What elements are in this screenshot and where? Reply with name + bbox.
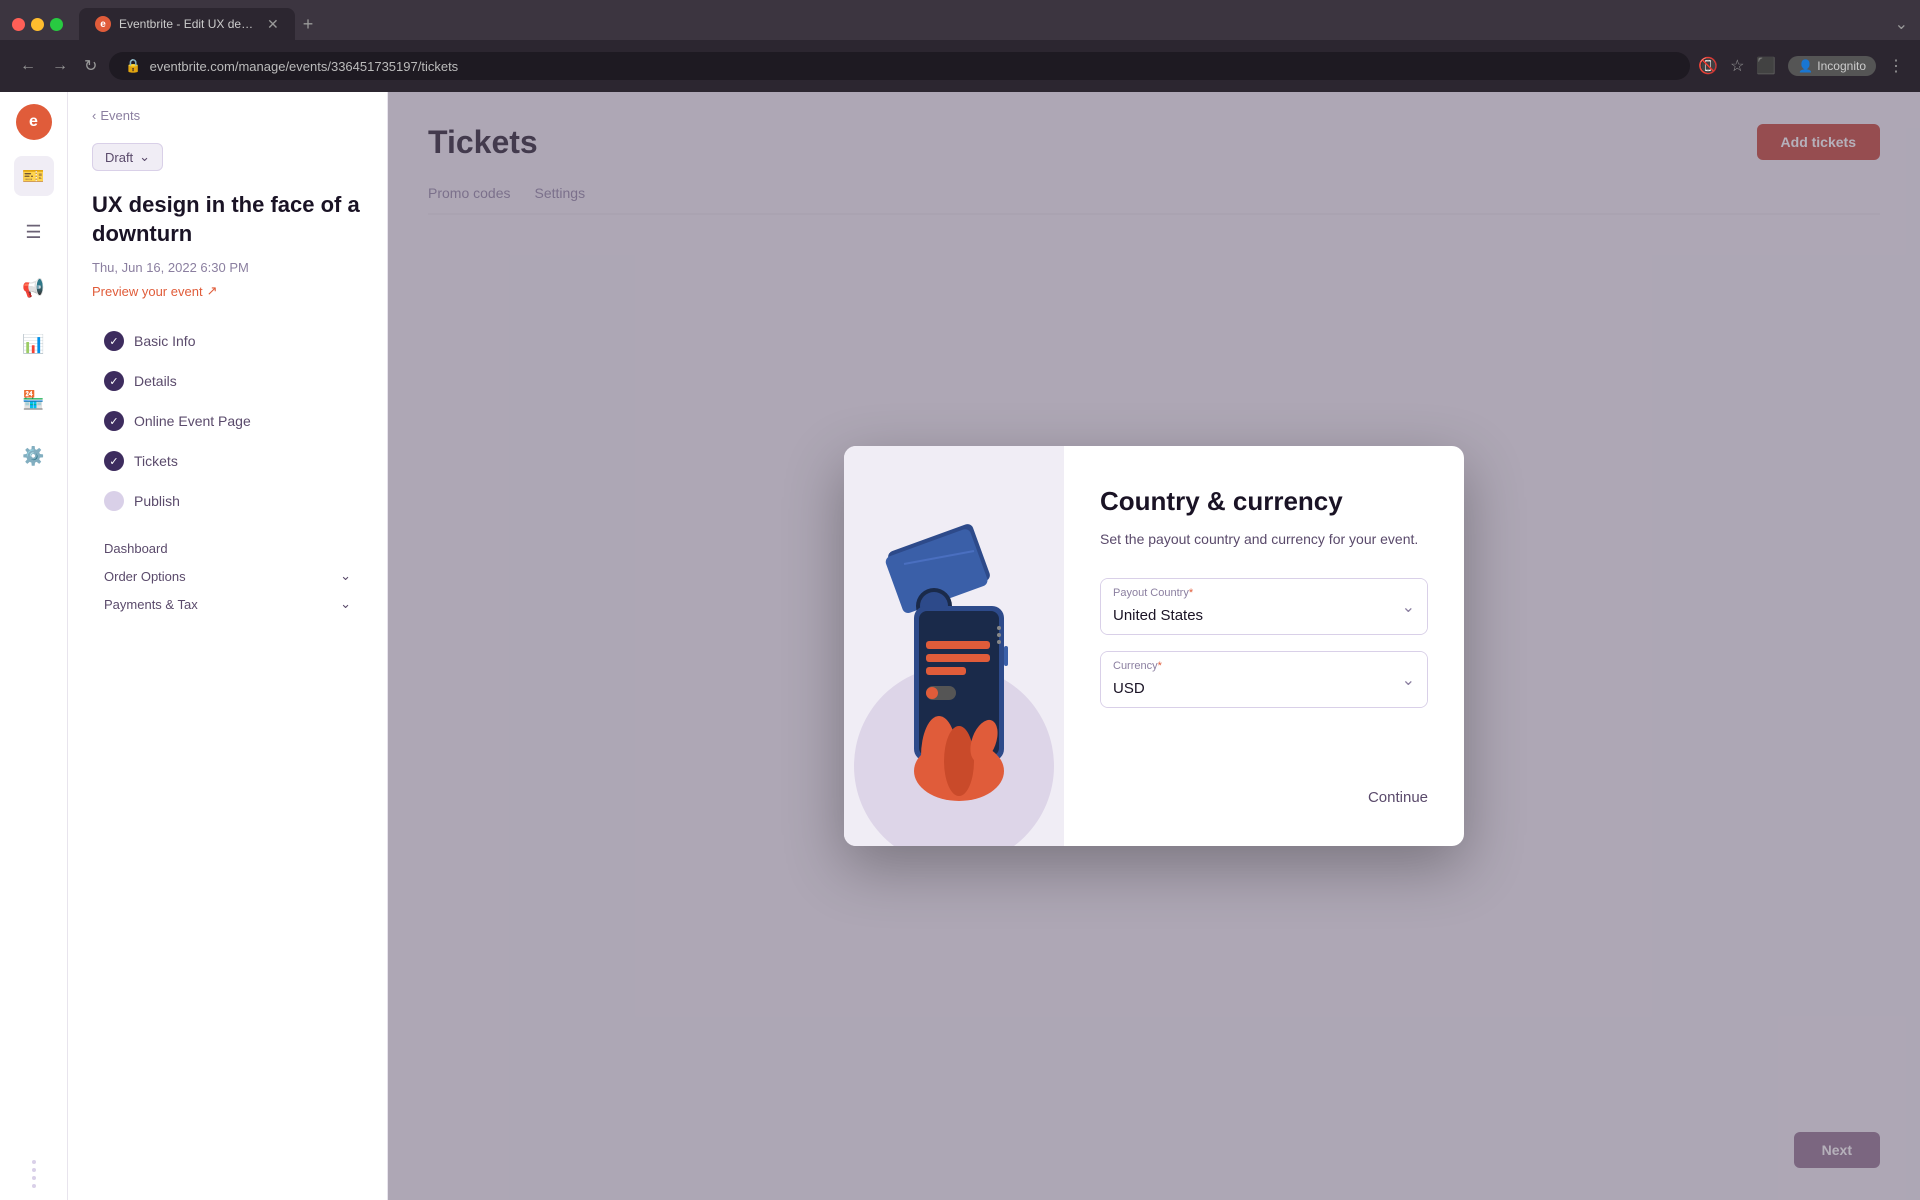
draft-label: Draft: [105, 150, 133, 165]
nav-item-basic-info[interactable]: ✓ Basic Info: [92, 323, 363, 359]
nav-section-payments-tax[interactable]: Payments & Tax ⌄: [92, 590, 363, 618]
payout-country-label: Payout Country*: [1113, 587, 1193, 599]
camera-off-icon[interactable]: 📵: [1698, 56, 1718, 76]
back-arrow-icon: ‹: [92, 108, 96, 123]
app-layout: e 🎫 ☰ 📢 📊 🏪 ⚙️ ‹ Events Draft ⌄: [0, 92, 1920, 1200]
page-content: Tickets Promo codes Settings Add tickets…: [388, 92, 1920, 1200]
sidebar-dots: [32, 1160, 36, 1188]
event-title: UX design in the face of a downturn: [92, 191, 363, 248]
nav-circle-publish: [104, 491, 124, 511]
nav-icons: 📵 ☆ ⬛ 👤 Incognito ⋮: [1698, 56, 1904, 76]
nav-item-publish[interactable]: Publish: [92, 483, 363, 519]
nav-check-basic-info: ✓: [104, 331, 124, 351]
sidebar-icon-settings[interactable]: ⚙️: [14, 436, 54, 476]
tab-favicon: e: [95, 16, 111, 32]
incognito-badge: 👤 Incognito: [1788, 56, 1876, 76]
order-options-chevron-icon: ⌄: [340, 568, 351, 584]
preview-event-link[interactable]: Preview your event ↗: [92, 283, 363, 299]
modal-country-currency: Country & currency Set the payout countr…: [844, 446, 1464, 846]
sidebar-icon-list[interactable]: ☰: [14, 212, 54, 252]
sidebar-icon-store[interactable]: 🏪: [14, 380, 54, 420]
nav-items: ✓ Basic Info ✓ Details ✓ Online Event Pa…: [92, 323, 363, 519]
sidebar-icon-tickets[interactable]: 🎫: [14, 156, 54, 196]
browser-chrome: e Eventbrite - Edit UX design in ... ✕ +…: [0, 0, 1920, 92]
main-content: ‹ Events Draft ⌄ UX design in the face o…: [68, 92, 1920, 1200]
sidebar-icon-megaphone[interactable]: 📢: [14, 268, 54, 308]
continue-button[interactable]: Continue: [1368, 789, 1428, 806]
forward-browser-button[interactable]: →: [48, 53, 72, 79]
draft-chevron-icon: ⌄: [139, 149, 150, 165]
back-to-events-link[interactable]: ‹ Events: [92, 108, 363, 123]
modal-illustration: [844, 446, 1064, 846]
tab-search-icon[interactable]: ⌄: [1895, 14, 1908, 34]
external-link-icon: ↗: [207, 283, 218, 299]
maximize-window-button[interactable]: [50, 18, 63, 31]
reload-button[interactable]: ↻: [80, 52, 101, 80]
sidebar-icon-chart[interactable]: 📊: [14, 324, 54, 364]
nav-section-order-options[interactable]: Order Options ⌄: [92, 562, 363, 590]
modal-body: Country & currency Set the payout countr…: [1064, 446, 1464, 846]
currency-label: Currency*: [1113, 660, 1162, 672]
menu-icon[interactable]: ⋮: [1888, 56, 1904, 76]
tab-bar: e Eventbrite - Edit UX design in ... ✕ +…: [0, 0, 1920, 40]
payments-tax-chevron-icon: ⌄: [340, 596, 351, 612]
app-logo[interactable]: e: [16, 104, 52, 140]
left-panel: ‹ Events Draft ⌄ UX design in the face o…: [68, 92, 388, 1200]
extension-icon[interactable]: ⬛: [1756, 56, 1776, 76]
nav-check-online-event-page: ✓: [104, 411, 124, 431]
modal-title: Country & currency: [1100, 486, 1428, 517]
tab-close-icon[interactable]: ✕: [267, 16, 279, 33]
address-bar[interactable]: 🔒 eventbrite.com/manage/events/336451735…: [109, 52, 1690, 80]
active-tab[interactable]: e Eventbrite - Edit UX design in ... ✕: [79, 8, 295, 40]
draft-badge[interactable]: Draft ⌄: [92, 143, 163, 171]
nav-item-tickets[interactable]: ✓ Tickets: [92, 443, 363, 479]
sidebar: e 🎫 ☰ 📢 📊 🏪 ⚙️: [0, 92, 68, 1200]
minimize-window-button[interactable]: [31, 18, 44, 31]
nav-item-online-event-page[interactable]: ✓ Online Event Page: [92, 403, 363, 439]
event-date: Thu, Jun 16, 2022 6:30 PM: [92, 260, 363, 275]
modal-footer: Continue: [1100, 773, 1428, 806]
payout-country-group: Payout Country* United States United Kin…: [1100, 578, 1428, 635]
currency-select-wrapper: Currency* USD EUR GBP CAD ⌄: [1100, 651, 1428, 708]
nav-section-dashboard[interactable]: Dashboard: [92, 535, 363, 562]
currency-group: Currency* USD EUR GBP CAD ⌄: [1100, 651, 1428, 708]
address-text: eventbrite.com/manage/events/33645173519…: [150, 59, 459, 74]
new-tab-button[interactable]: +: [303, 14, 314, 35]
payout-country-select-wrapper: Payout Country* United States United Kin…: [1100, 578, 1428, 635]
tab-title: Eventbrite - Edit UX design in ...: [119, 17, 259, 31]
close-window-button[interactable]: [12, 18, 25, 31]
nav-check-details: ✓: [104, 371, 124, 391]
nav-bar: ← → ↻ 🔒 eventbrite.com/manage/events/336…: [0, 40, 1920, 92]
window-controls: [12, 18, 63, 31]
modal-overlay: Country & currency Set the payout countr…: [388, 92, 1920, 1200]
nav-check-tickets: ✓: [104, 451, 124, 471]
nav-item-details[interactable]: ✓ Details: [92, 363, 363, 399]
modal-illustration-svg: [854, 476, 1054, 816]
sidebar-bottom: [32, 1160, 36, 1188]
modal-description: Set the payout country and currency for …: [1100, 529, 1428, 550]
bookmark-icon[interactable]: ☆: [1730, 56, 1744, 76]
back-browser-button[interactable]: ←: [16, 53, 40, 79]
